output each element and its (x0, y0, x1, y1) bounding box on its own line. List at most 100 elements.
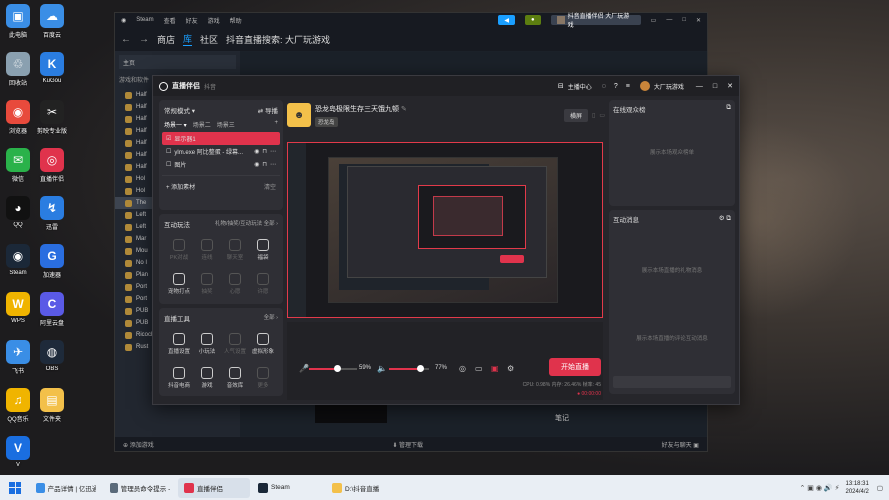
start-icon[interactable] (6, 479, 24, 497)
add-source-button[interactable]: + 添加素材 (166, 182, 195, 191)
live-companion-window[interactable]: 直播伴侣 抖音 ⊟ 主播中心 ◌ ? ≡ 大厂玩游戏 — □ ✕ 常规模式 ▾ … (152, 75, 740, 405)
anchor-center-link[interactable]: 主播中心 (568, 82, 592, 91)
menu-icon[interactable]: ≡ (626, 83, 630, 90)
menu-help[interactable]: 帮助 (230, 16, 242, 25)
nav-community[interactable]: 社区 (200, 33, 218, 46)
anchor-center-icon[interactable]: ⊟ (558, 82, 564, 90)
desktop-icon[interactable]: C 阿里云盘 (34, 292, 70, 327)
mic-slider[interactable] (309, 365, 357, 372)
desktop-icon[interactable]: ▤ 文件夹 (34, 388, 70, 423)
speaker-slider[interactable] (389, 365, 429, 372)
taskbar-app[interactable]: 管理员命令提示 - 记... (104, 478, 176, 498)
manage-downloads-button[interactable]: ⬇ 管理下载 (392, 440, 423, 449)
source-item-display[interactable]: ☑ 显示器1 (162, 132, 280, 145)
message-icon[interactable]: ◌ (602, 83, 606, 90)
clear-button[interactable]: 清空 (264, 182, 276, 191)
add-game-button[interactable]: ⊕ 添加游戏 (123, 440, 154, 449)
desktop-icon[interactable]: ✉ 微信 (0, 148, 36, 183)
interact-more-link[interactable]: 礼物/抽奖/互动玩法 全部 › (215, 219, 278, 229)
settings-icon[interactable]: ⚙ (719, 215, 725, 222)
desktop-icon[interactable]: ☁ 百度云 (34, 4, 70, 39)
tool-item[interactable]: 虚拟形象 (250, 329, 276, 361)
desktop-icon[interactable]: ◉ 浏览器 (0, 100, 36, 135)
steam-minimize-icon[interactable]: — (666, 17, 672, 23)
lock-icon[interactable]: ⊓ (262, 148, 267, 155)
nav-store[interactable]: 商店 (157, 33, 175, 46)
steam-close-icon[interactable]: ✕ (696, 17, 701, 24)
desktop-icon[interactable]: ◎ 直播伴侣 (34, 148, 70, 183)
popout-icon[interactable]: ⧉ (726, 104, 731, 114)
stream-preview[interactable] (287, 142, 603, 318)
desktop-icon[interactable]: ♲ 回收站 (0, 52, 36, 87)
tool-item[interactable]: 心愿 (222, 269, 248, 301)
notification-icon[interactable]: ● (525, 15, 541, 25)
desktop-icon[interactable]: ✂ 剪映专业版 (34, 100, 70, 135)
room-cover[interactable]: ☻ (287, 103, 311, 127)
tool-item[interactable]: 小玩法 (194, 329, 220, 361)
desktop-icon[interactable]: ◉ Steam (0, 244, 36, 276)
tab-scene-1[interactable]: 场景一 ▾ (164, 120, 187, 129)
taskbar-app[interactable]: D:\抖音直播 (326, 478, 398, 498)
popout-icon[interactable]: ⧉ (726, 215, 731, 222)
source-item-image[interactable]: ☐ 图片 ◉ ⊓ ⋯ (162, 158, 280, 171)
menu-games[interactable]: 游戏 (208, 16, 220, 25)
notes-label[interactable]: 笔记 (555, 413, 569, 423)
source-item-capture[interactable]: ☐ ylm.exe 阿比整蛋 - 绿幕... ◉ ⊓ ⋯ (162, 145, 280, 158)
notification-center-icon[interactable]: ▢ (877, 484, 883, 492)
menu-friends[interactable]: 好友 (186, 16, 198, 25)
tool-item[interactable]: PK对战 (166, 235, 192, 267)
back-arrow-icon[interactable]: ← (121, 34, 131, 45)
beauty-icon[interactable]: ◎ (459, 364, 466, 373)
taskbar-app[interactable]: 直播伴侣 (178, 477, 250, 498)
tool-item[interactable]: 音效库 (222, 363, 248, 395)
forward-arrow-icon[interactable]: → (139, 34, 149, 45)
speaker-slider-knob[interactable] (416, 365, 424, 372)
eye-icon[interactable]: ◉ (254, 161, 259, 168)
desktop-icon[interactable]: G 加速器 (34, 244, 70, 279)
room-tag[interactable]: 恐龙岛 (315, 116, 338, 127)
library-home[interactable]: 主页 (119, 55, 236, 69)
desktop-icon[interactable]: W WPS (0, 292, 36, 324)
live-minimize-icon[interactable]: — (696, 83, 703, 90)
settings-icon[interactable]: ⚙ (507, 364, 514, 373)
tool-item[interactable]: 福袋 (250, 235, 276, 267)
portrait-toggle-icon[interactable]: ▯ (592, 112, 595, 119)
help-icon[interactable]: ? (614, 83, 618, 90)
menu-view[interactable]: 查看 (164, 16, 176, 25)
tab-scene-3[interactable]: 场景三 (217, 120, 235, 129)
tool-item[interactable]: 更多 (250, 363, 276, 395)
nav-library[interactable]: 库 (183, 32, 193, 46)
nav-profile[interactable]: 抖音直播搜索: 大厂玩游戏 (226, 33, 330, 46)
tool-item[interactable]: 许愿 (250, 269, 276, 301)
broadcast-icon[interactable]: ◀ (498, 15, 516, 25)
tool-item[interactable]: 直播设置 (166, 329, 192, 361)
tool-item[interactable]: 抽奖 (194, 269, 220, 301)
desktop-icon[interactable]: ↯ 迅雷 (34, 196, 70, 231)
menu-steam[interactable]: Steam (136, 17, 153, 23)
live-maximize-icon[interactable]: □ (713, 83, 717, 90)
friends-chat-button[interactable]: 好友与聊天 ▣ (662, 440, 699, 449)
steam-screen-icon[interactable]: ▭ (651, 17, 657, 24)
tool-item[interactable]: 连线 (194, 235, 220, 267)
chat-input[interactable] (613, 376, 731, 388)
username-label[interactable]: 大厂玩游戏 (654, 82, 684, 91)
more-icon[interactable]: ⋯ (270, 148, 276, 155)
more-icon[interactable]: ⋯ (270, 161, 276, 168)
desktop-icon[interactable]: ▣ 此电脑 (0, 4, 36, 39)
layout-toggle-icon[interactable]: ▭ (599, 112, 605, 119)
checkbox-icon[interactable]: ☑ (166, 135, 171, 142)
desktop-icon[interactable]: ◍ OBS (34, 340, 70, 372)
camera-icon[interactable]: ▭ (475, 364, 483, 373)
checkbox-icon[interactable]: ☐ (166, 161, 171, 168)
desktop-icon[interactable]: K KuGou (34, 52, 70, 84)
edit-icon[interactable]: ✎ (401, 106, 407, 113)
room-title[interactable]: 恐龙岛极限生存三天饿九顿 (315, 106, 399, 113)
user-account-button[interactable]: 抖音直播伴侣 大厂玩游戏 (550, 14, 641, 29)
speaker-icon[interactable]: 🔈 (377, 364, 387, 373)
start-live-button[interactable]: 开始直播 (549, 358, 601, 376)
taskbar-app[interactable]: Steam (252, 478, 324, 498)
desktop-icon[interactable]: ✈ 飞书 (0, 340, 36, 375)
lock-icon[interactable]: ⊓ (262, 161, 267, 168)
guide-button[interactable]: ⇄ 导播 (258, 105, 278, 115)
clock[interactable]: 13:18:31 2024/4/2 (845, 480, 868, 496)
